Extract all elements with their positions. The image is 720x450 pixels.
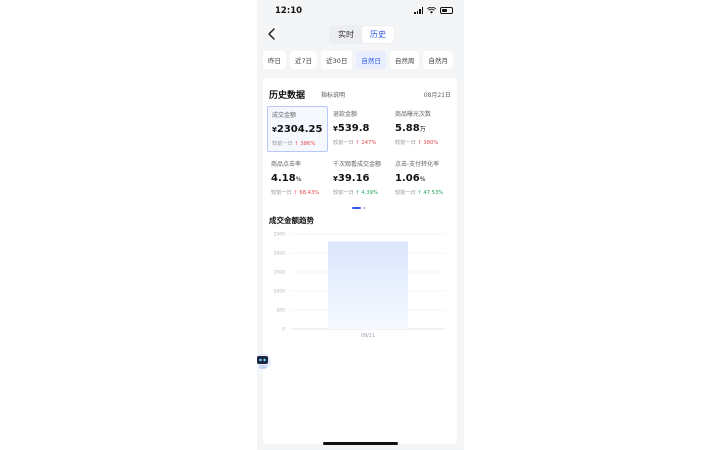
phone-screen: 12:10 实时 历史 昨日 近7日 近30日 自然日 自然周 自然月 历史数据… xyxy=(257,0,464,450)
date-tab-natural-week[interactable]: 自然周 xyxy=(389,51,420,69)
compare-label: 较前一日 xyxy=(333,140,354,146)
date-tab-7days[interactable]: 近7日 xyxy=(290,51,318,69)
compare-label: 较前一日 xyxy=(272,141,293,147)
metric-number: 2304.25 xyxy=(276,124,323,135)
metric-value: 4.18% xyxy=(271,173,328,184)
chart-svg: 0 500 1000 1500 2000 2500 08/21 xyxy=(274,232,445,339)
robot-assistant-icon[interactable] xyxy=(257,351,272,371)
date-tab-natural-month[interactable]: 自然月 xyxy=(423,51,453,69)
compare-label: 较前一日 xyxy=(271,190,292,196)
y-tick-label: 0 xyxy=(282,327,285,333)
metric-number: 39.16 xyxy=(337,173,370,184)
metric-compare: 较前一日 ↑ 4.39% xyxy=(333,189,390,196)
metric-refund[interactable]: 退款金额 ¥539.8 较前一日 ↑ 247% xyxy=(329,106,390,152)
compare-label: 较前一日 xyxy=(395,140,416,146)
wifi-icon xyxy=(427,7,436,14)
metric-number: 4.18 xyxy=(271,173,296,184)
card-date: 08月21日 xyxy=(423,92,451,99)
metric-compare: 较前一日 ↑ 386% xyxy=(272,140,327,147)
metric-label: 商品曝光次数 xyxy=(395,111,432,118)
signal-icon xyxy=(414,7,423,14)
date-range-tabs: 昨日 近7日 近30日 自然日 自然周 自然月 xyxy=(263,51,453,69)
date-tab-30days[interactable]: 近30日 xyxy=(321,51,353,69)
metric-number: 1.06 xyxy=(395,173,420,184)
compare-label: 较前一日 xyxy=(333,190,354,196)
tab-history[interactable]: 历史 xyxy=(362,26,394,43)
status-bar: 12:10 xyxy=(257,0,464,22)
metric-unit: % xyxy=(295,176,302,183)
home-indicator xyxy=(323,442,398,445)
metric-label: 商品点击率 xyxy=(271,161,302,168)
compare-value: ↑ 47.53% xyxy=(417,190,444,196)
metric-compare: 较前一日 ↑ 380% xyxy=(395,139,452,146)
metric-compare: 较前一日 ↑ 47.53% xyxy=(395,189,452,196)
metric-ctr[interactable]: 商品点击率 4.18% 较前一日 ↑ 68.43% xyxy=(267,156,328,202)
metric-value: 1.06% xyxy=(395,173,452,184)
chart-bar[interactable] xyxy=(328,241,408,329)
metric-number: 539.8 xyxy=(337,123,370,134)
compare-value: ↑ 68.43% xyxy=(293,190,320,196)
card-title: 历史数据 xyxy=(269,91,306,101)
metric-unit: 万 xyxy=(419,126,426,133)
compare-label: 较前一日 xyxy=(395,190,416,196)
metric-value: 5.88万 xyxy=(395,123,452,134)
metric-unit: % xyxy=(419,176,426,183)
y-tick-label: 2500 xyxy=(274,232,286,238)
metric-label: 成交金额 xyxy=(272,112,297,119)
page-dot xyxy=(363,207,366,209)
y-tick-label: 1000 xyxy=(274,289,286,295)
metric-value: ¥539.8 xyxy=(333,123,390,134)
metric-label: 退款金额 xyxy=(333,111,358,118)
compare-value: ↑ 247% xyxy=(355,140,377,146)
metric-gpm[interactable]: 千次观看成交金额 ¥39.16 较前一日 ↑ 4.39% xyxy=(329,156,390,202)
compare-value: ↑ 380% xyxy=(417,140,439,146)
gmv-trend-chart: 0 500 1000 1500 2000 2500 08/21 xyxy=(263,228,457,346)
back-arrow-icon[interactable] xyxy=(265,27,279,41)
metric-compare: 较前一日 ↑ 68.43% xyxy=(271,189,328,196)
metric-explanation-link[interactable]: 指标说明 xyxy=(321,90,345,99)
card-header: 历史数据 指标说明 08月21日 xyxy=(269,88,451,101)
metric-gmv[interactable]: 成交金额 ¥2304.25 较前一日 ↑ 386% xyxy=(267,106,328,152)
tab-realtime[interactable]: 实时 xyxy=(330,26,362,43)
y-tick-label: 500 xyxy=(276,308,285,314)
battery-icon xyxy=(440,7,453,14)
page-indicator xyxy=(352,207,366,209)
chart-title: 成交金额趋势 xyxy=(269,216,314,225)
y-tick-label: 1500 xyxy=(274,270,286,276)
metric-label: 点击-支付转化率 xyxy=(395,161,440,168)
metric-value: ¥39.16 xyxy=(333,173,390,184)
metric-number: 5.88 xyxy=(395,123,420,134)
compare-value: ↑ 4.39% xyxy=(355,190,378,196)
metric-impressions[interactable]: 商品曝光次数 5.88万 较前一日 ↑ 380% xyxy=(391,106,452,152)
metric-compare: 较前一日 ↑ 247% xyxy=(333,139,390,146)
history-data-card: 历史数据 指标说明 08月21日 成交金额 ¥2304.25 较前一日 ↑ 38… xyxy=(263,78,457,444)
page-dot-active xyxy=(352,207,361,209)
date-tab-natural-day[interactable]: 自然日 xyxy=(356,51,386,69)
metric-conversion[interactable]: 点击-支付转化率 1.06% 较前一日 ↑ 47.53% xyxy=(391,156,452,202)
status-time: 12:10 xyxy=(275,6,303,16)
date-tab-yesterday[interactable]: 昨日 xyxy=(263,51,286,69)
x-tick-label: 08/21 xyxy=(361,333,375,339)
nav-bar: 实时 历史 xyxy=(257,22,464,46)
compare-value: ↑ 386% xyxy=(294,141,316,147)
metric-value: ¥2304.25 xyxy=(272,124,327,135)
mode-switch: 实时 历史 xyxy=(329,25,395,44)
status-icons xyxy=(414,7,453,14)
metric-label: 千次观看成交金额 xyxy=(333,161,382,168)
y-tick-label: 2000 xyxy=(274,251,286,257)
